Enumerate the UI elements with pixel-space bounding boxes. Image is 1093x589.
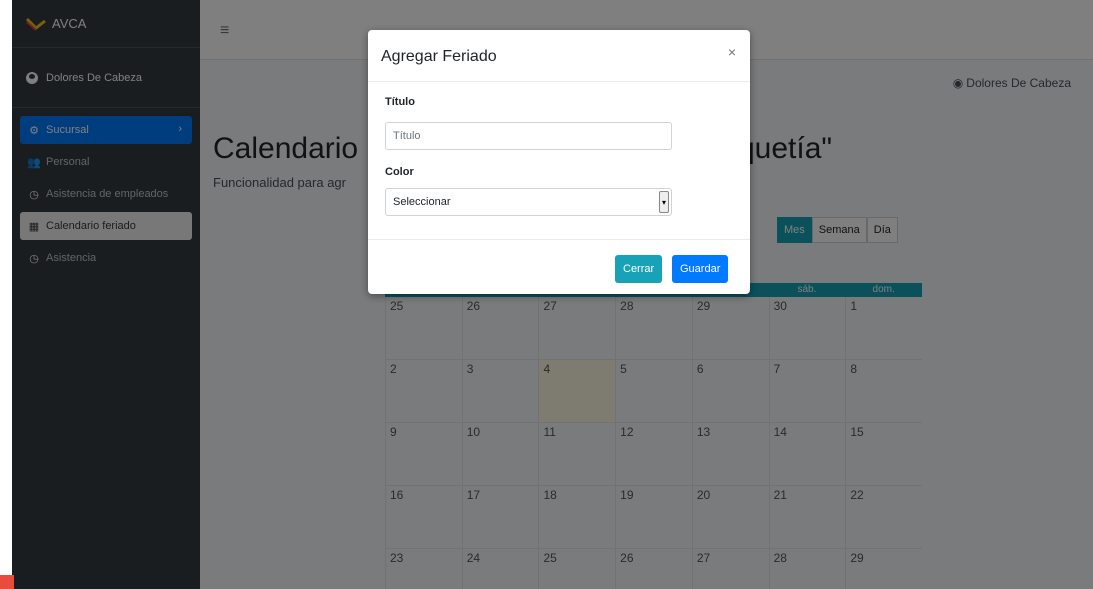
close-button[interactable]: Cerrar	[615, 255, 663, 283]
title-label: Título	[385, 96, 415, 108]
save-button[interactable]: Guardar	[672, 255, 729, 283]
modal-body: Título Título Color Seleccionar ▾	[368, 82, 750, 240]
app-taskbar-icon[interactable]	[0, 575, 14, 589]
modal-title: Agregar Feriado	[381, 48, 497, 65]
app: AVCA Dolores De Cabeza ⚙ Sucursal › 👥 Pe…	[12, 0, 1093, 589]
chevron-updown-icon: ▾	[659, 191, 669, 213]
close-icon[interactable]: ×	[728, 44, 736, 60]
color-select[interactable]: Seleccionar ▾	[385, 188, 672, 216]
color-label: Color	[385, 166, 414, 178]
title-input[interactable]: Título	[385, 122, 672, 150]
modal-footer: Cerrar Guardar	[368, 240, 750, 294]
color-select-value: Seleccionar	[393, 196, 451, 208]
modal-header: Agregar Feriado ×	[368, 30, 750, 82]
add-holiday-modal: Agregar Feriado × Título Título Color Se…	[368, 30, 750, 294]
